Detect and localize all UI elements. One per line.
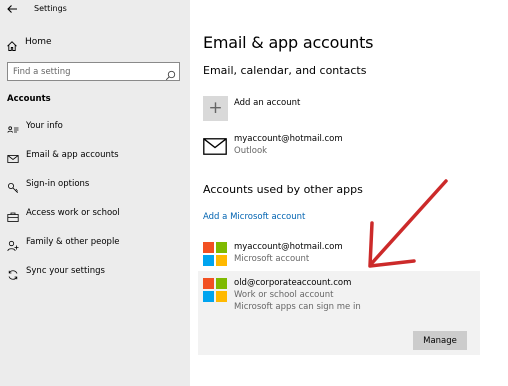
sidebar-item-home[interactable]: Home [0,32,190,54]
account-address: myaccount@hotmail.com [234,242,343,252]
sync-icon [7,266,19,280]
home-icon [6,37,18,51]
sidebar-home-label: Home [25,37,52,47]
plus-icon: + [203,96,228,121]
key-icon [7,179,19,193]
search-icon[interactable] [165,66,176,81]
sidebar-item-label: Sync your settings [26,266,105,276]
user-card-icon [7,121,19,133]
sidebar-item-label: Email & app accounts [26,150,119,160]
sidebar-item-label: Access work or school [26,208,120,218]
annotation-arrow-icon [368,179,448,268]
mail-icon [7,150,19,163]
sidebar: Settings Home Accounts Your info Email &… [0,0,190,386]
manage-button[interactable]: Manage [413,331,467,350]
main-content: Email & app accounts Email, calendar, an… [190,0,508,386]
add-account-button[interactable]: + Add an account [203,96,403,122]
account-address: myaccount@hotmail.com [234,134,343,144]
microsoft-logo-icon [203,242,227,266]
person-add-icon [7,237,19,252]
sidebar-item-label: Sign-in options [26,179,90,189]
sidebar-item-label: Family & other people [26,237,120,247]
search-input[interactable] [13,65,163,78]
sidebar-item-sync-settings[interactable]: Sync your settings [0,261,190,283]
email-account-item[interactable]: myaccount@hotmail.com Outlook [203,134,483,162]
sidebar-item-your-info[interactable]: Your info [0,116,190,138]
title-bar: Settings [0,0,190,20]
add-account-label: Add an account [234,98,301,108]
app-account-item-selected[interactable]: old@corporateaccount.com Work or school … [203,278,483,318]
page-title: Email & app accounts [203,33,374,52]
account-note: Microsoft apps can sign me in [234,302,361,312]
sidebar-item-access-work-school[interactable]: Access work or school [0,203,190,225]
sidebar-item-email-app-accounts[interactable]: Email & app accounts [0,145,190,167]
sidebar-item-label: Your info [26,121,63,131]
envelope-icon [203,138,227,155]
account-type: Microsoft account [234,254,310,264]
search-box[interactable] [7,62,180,81]
section-heading-other-apps: Accounts used by other apps [203,183,363,196]
account-provider: Outlook [234,146,268,156]
account-address: old@corporateaccount.com [234,278,352,288]
back-arrow-icon[interactable] [6,3,20,17]
add-microsoft-account-link[interactable]: Add a Microsoft account [203,212,305,222]
microsoft-logo-icon [203,278,227,302]
sidebar-item-family-other-people[interactable]: Family & other people [0,232,190,254]
briefcase-icon [7,208,19,222]
section-heading-email: Email, calendar, and contacts [203,64,367,77]
window-title: Settings [34,4,67,13]
account-type: Work or school account [234,290,334,300]
sidebar-item-sign-in-options[interactable]: Sign-in options [0,174,190,196]
sidebar-section-label: Accounts [7,94,51,104]
